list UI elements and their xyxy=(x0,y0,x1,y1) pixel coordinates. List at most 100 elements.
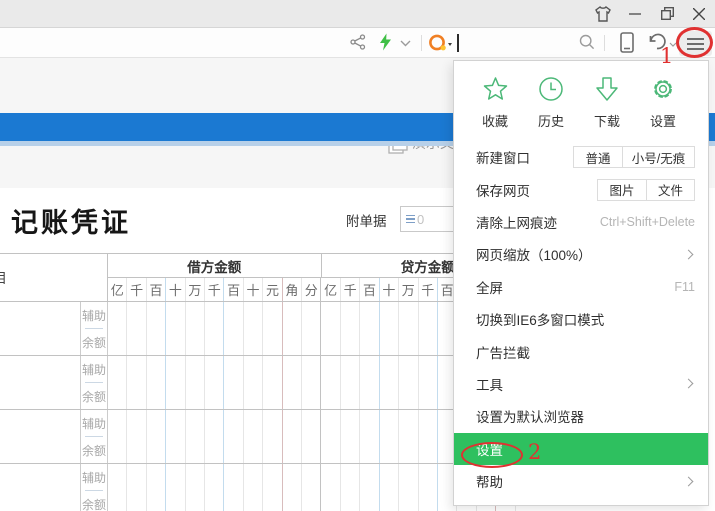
search-icon[interactable] xyxy=(579,34,595,50)
amount-cell[interactable] xyxy=(243,356,262,409)
menu-item-new-window[interactable]: 新建窗口 普通 小号/无痕 xyxy=(454,141,708,173)
skin-icon[interactable] xyxy=(587,0,619,27)
amount-cell[interactable] xyxy=(359,302,378,355)
summary-cell[interactable] xyxy=(0,464,81,511)
aux-balance-cell[interactable]: 辅助余额 xyxy=(81,410,108,463)
undo-icon[interactable] xyxy=(646,33,668,51)
amount-cell[interactable] xyxy=(204,464,223,511)
favorites-button[interactable]: 收藏 xyxy=(472,76,518,130)
amount-cell[interactable] xyxy=(340,356,359,409)
amount-cell[interactable] xyxy=(243,302,262,355)
amount-cell[interactable] xyxy=(185,410,204,463)
summary-cell[interactable] xyxy=(0,410,81,463)
summary-cell[interactable] xyxy=(0,356,81,409)
summary-cell[interactable] xyxy=(0,302,81,355)
menu-item-page-zoom[interactable]: 网页缩放（100%） xyxy=(454,238,708,270)
amount-cell[interactable] xyxy=(379,356,398,409)
amount-cell[interactable] xyxy=(108,356,126,409)
amount-cell[interactable] xyxy=(146,302,165,355)
amount-cell[interactable] xyxy=(165,356,184,409)
amount-cell[interactable] xyxy=(379,302,398,355)
amount-cell[interactable] xyxy=(204,356,223,409)
menu-item-clear-history[interactable]: 清除上网痕迹 Ctrl+Shift+Delete xyxy=(454,206,708,238)
amount-cell[interactable] xyxy=(301,464,320,511)
amount-cell[interactable] xyxy=(146,464,165,511)
amount-cell[interactable] xyxy=(146,410,165,463)
amount-cell[interactable] xyxy=(223,464,242,511)
amount-cell[interactable] xyxy=(282,464,301,511)
history-button[interactable]: 历史 xyxy=(528,76,574,130)
amount-cell[interactable] xyxy=(418,464,437,511)
downloads-button[interactable]: 下载 xyxy=(584,76,630,130)
amount-cell[interactable] xyxy=(301,302,320,355)
amount-cell[interactable] xyxy=(165,302,184,355)
amount-cell[interactable] xyxy=(418,302,437,355)
menu-item-save-page[interactable]: 保存网页 图片 文件 xyxy=(454,173,708,205)
amount-cell[interactable] xyxy=(185,302,204,355)
amount-cell[interactable] xyxy=(223,356,242,409)
amount-cell[interactable] xyxy=(146,356,165,409)
new-window-normal-button[interactable]: 普通 xyxy=(574,147,622,167)
amount-cell[interactable] xyxy=(223,410,242,463)
amount-cell[interactable] xyxy=(282,302,301,355)
amount-cell[interactable] xyxy=(108,302,126,355)
menu-item-ad-block[interactable]: 广告拦截 xyxy=(454,335,708,367)
amount-cell[interactable] xyxy=(320,464,339,511)
amount-cell[interactable] xyxy=(398,356,417,409)
amount-cell[interactable] xyxy=(340,302,359,355)
amount-cell[interactable] xyxy=(418,410,437,463)
share-icon[interactable] xyxy=(350,34,366,50)
amount-cell[interactable] xyxy=(340,410,359,463)
amount-cell[interactable] xyxy=(320,356,339,409)
amount-cell[interactable] xyxy=(418,356,437,409)
amount-cell[interactable] xyxy=(340,464,359,511)
amount-cell[interactable] xyxy=(262,410,281,463)
amount-cell[interactable] xyxy=(185,464,204,511)
save-as-image-button[interactable]: 图片 xyxy=(598,180,646,200)
amount-cell[interactable] xyxy=(359,464,378,511)
amount-cell[interactable] xyxy=(301,356,320,409)
amount-cell[interactable] xyxy=(282,356,301,409)
amount-cell[interactable] xyxy=(165,410,184,463)
amount-cell[interactable] xyxy=(262,302,281,355)
amount-cell[interactable] xyxy=(243,464,262,511)
amount-cell[interactable] xyxy=(398,302,417,355)
minimize-icon[interactable] xyxy=(619,0,651,27)
aux-balance-cell[interactable]: 辅助余额 xyxy=(81,464,108,511)
amount-cell[interactable] xyxy=(126,410,145,463)
amount-cell[interactable] xyxy=(398,464,417,511)
amount-cell[interactable] xyxy=(108,410,126,463)
amount-cell[interactable] xyxy=(223,302,242,355)
amount-cell[interactable] xyxy=(320,302,339,355)
amount-cell[interactable] xyxy=(185,356,204,409)
menu-item-fullscreen[interactable]: 全屏 F11 xyxy=(454,271,708,303)
amount-cell[interactable] xyxy=(398,410,417,463)
amount-cell[interactable] xyxy=(204,302,223,355)
aux-balance-cell[interactable]: 辅助余额 xyxy=(81,302,108,355)
amount-cell[interactable] xyxy=(126,302,145,355)
new-window-incognito-button[interactable]: 小号/无痕 xyxy=(622,147,694,167)
amount-cell[interactable] xyxy=(262,356,281,409)
aux-balance-cell[interactable]: 辅助余额 xyxy=(81,356,108,409)
amount-cell[interactable] xyxy=(320,410,339,463)
amount-cell[interactable] xyxy=(282,410,301,463)
amount-cell[interactable] xyxy=(262,464,281,511)
menu-item-settings[interactable]: 设置 xyxy=(454,433,708,465)
menu-item-tools[interactable]: 工具 xyxy=(454,368,708,400)
restore-icon[interactable] xyxy=(651,0,683,27)
menu-item-help[interactable]: 帮助 xyxy=(454,465,708,497)
save-as-file-button[interactable]: 文件 xyxy=(646,180,694,200)
amount-cell[interactable] xyxy=(301,410,320,463)
menu-item-set-default-browser[interactable]: 设置为默认浏览器 xyxy=(454,400,708,432)
amount-cell[interactable] xyxy=(126,356,145,409)
undo-dropdown-icon[interactable] xyxy=(669,42,677,47)
amount-cell[interactable] xyxy=(379,464,398,511)
hamburger-menu-icon[interactable] xyxy=(679,31,712,56)
amount-cell[interactable] xyxy=(243,410,262,463)
menu-item-ie6-mode[interactable]: 切换到IE6多窗口模式 xyxy=(454,303,708,335)
amount-cell[interactable] xyxy=(359,410,378,463)
chevron-down-icon[interactable] xyxy=(400,40,411,47)
flash-icon[interactable] xyxy=(379,33,392,51)
amount-cell[interactable] xyxy=(379,410,398,463)
amount-cell[interactable] xyxy=(165,464,184,511)
